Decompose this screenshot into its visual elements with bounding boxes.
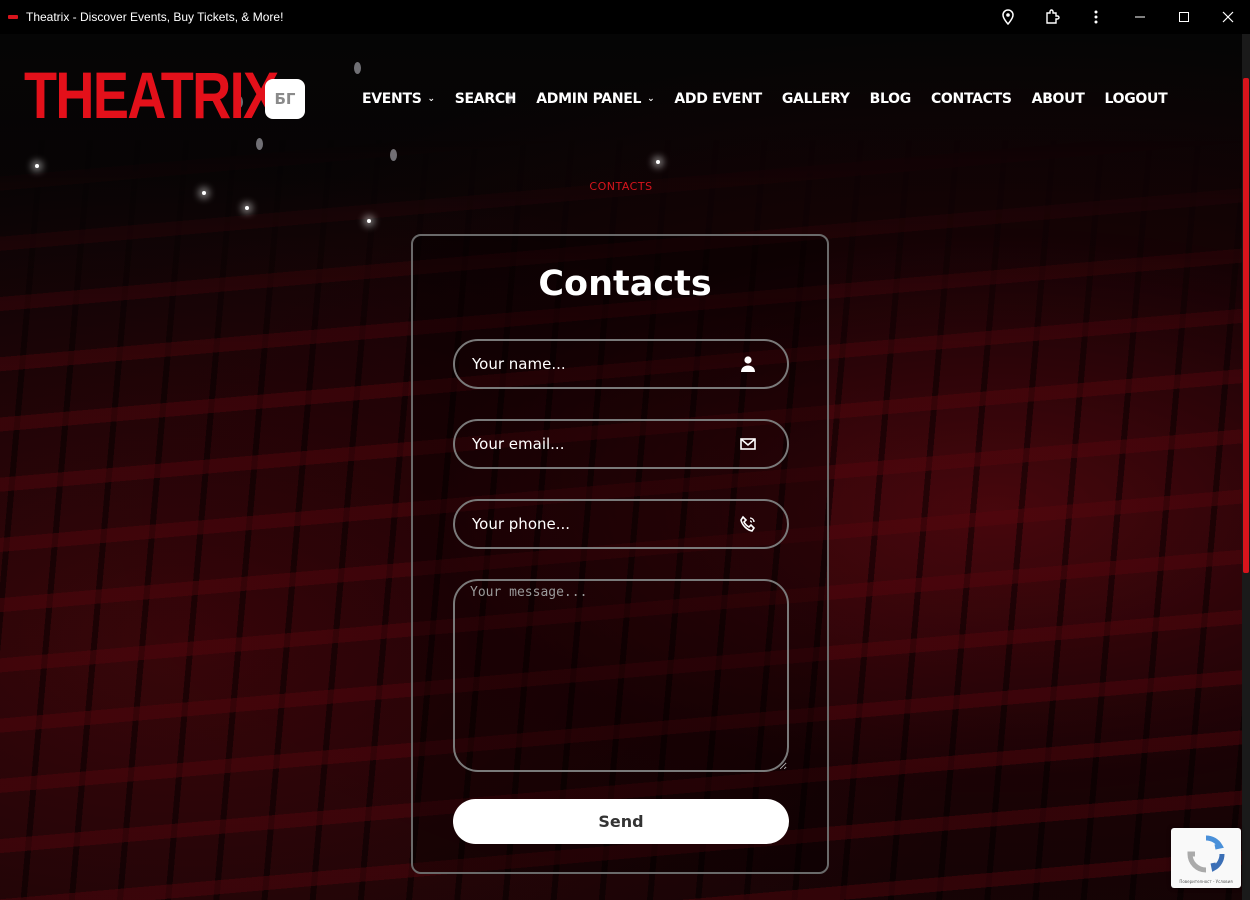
phone-field[interactable]: [453, 499, 789, 549]
nav-item-contacts[interactable]: CONTACTS: [931, 91, 1012, 107]
nav-label: ADMIN PANEL: [536, 91, 642, 107]
sparkle: [35, 164, 39, 168]
send-button[interactable]: Send: [453, 799, 789, 844]
favicon-icon: [8, 15, 18, 19]
close-icon[interactable]: [1206, 0, 1250, 34]
name-field[interactable]: [453, 339, 789, 389]
ceiling-light: [256, 138, 263, 150]
nav-label: SEARCH: [454, 91, 517, 107]
nav-label: CONTACTS: [930, 91, 1012, 107]
contact-form-card: [411, 234, 829, 874]
window-title: Theatrix - Discover Events, Buy Tickets,…: [26, 10, 284, 24]
recaptcha-badge[interactable]: Поверителност - Условия: [1171, 828, 1241, 888]
nav-label: ABOUT: [1031, 91, 1085, 107]
nav-label: LOGOUT: [1104, 91, 1168, 107]
extensions-icon[interactable]: [1030, 0, 1074, 34]
nav-item-about[interactable]: ABOUT: [1032, 91, 1085, 107]
location-icon[interactable]: [986, 0, 1030, 34]
sparkle: [245, 206, 249, 210]
browser-title-bar: Theatrix - Discover Events, Buy Tickets,…: [0, 0, 1250, 34]
recaptcha-links[interactable]: Поверителност - Условия: [1173, 879, 1239, 884]
nav-item-add-event[interactable]: ADD EVENT: [674, 91, 762, 107]
nav-label: GALLERY: [781, 91, 850, 107]
ceiling-light: [354, 62, 361, 74]
chevron-down-icon: ⌄: [427, 94, 436, 104]
nav-label: EVENTS: [362, 91, 422, 107]
maximize-icon[interactable]: [1162, 0, 1206, 34]
sparkle: [367, 219, 371, 223]
nav-label: ADD EVENT: [674, 91, 762, 107]
nav-item-events[interactable]: EVENTS ⌄: [362, 91, 435, 107]
user-icon: [741, 356, 755, 372]
minimize-icon[interactable]: [1118, 0, 1162, 34]
recaptcha-icon: [1187, 835, 1225, 873]
nav-item-blog[interactable]: BLOG: [869, 91, 912, 107]
envelope-icon: [740, 438, 756, 450]
nav-item-admin-panel[interactable]: ADMIN PANEL ⌄: [536, 91, 654, 107]
nav-item-search[interactable]: SEARCH: [454, 91, 517, 107]
page-scrollbar[interactable]: [1242, 34, 1250, 900]
page-title: Contacts: [538, 264, 712, 304]
breadcrumb: CONTACTS: [589, 180, 653, 193]
email-field[interactable]: [453, 419, 789, 469]
ceiling-light: [390, 149, 397, 161]
sparkle: [656, 160, 660, 164]
nav-label: BLOG: [869, 91, 912, 107]
message-textarea[interactable]: [453, 579, 789, 772]
chevron-down-icon: ⌄: [647, 94, 655, 104]
nav-item-logout[interactable]: LOGOUT: [1104, 91, 1167, 107]
phone-input[interactable]: [470, 514, 724, 534]
name-input[interactable]: [470, 354, 724, 374]
email-input[interactable]: [470, 434, 724, 454]
language-toggle-button[interactable]: БГ: [265, 79, 305, 119]
theatrix-logo[interactable]: THEATRIX: [24, 60, 279, 130]
phone-icon: [740, 515, 756, 532]
more-menu-icon[interactable]: [1074, 0, 1118, 34]
scrollbar-thumb[interactable]: [1243, 78, 1249, 573]
nav-item-gallery[interactable]: GALLERY: [782, 91, 850, 107]
main-navigation: EVENTS ⌄ SEARCH ADMIN PANEL ⌄ ADD EVENT GA…: [362, 88, 1187, 110]
